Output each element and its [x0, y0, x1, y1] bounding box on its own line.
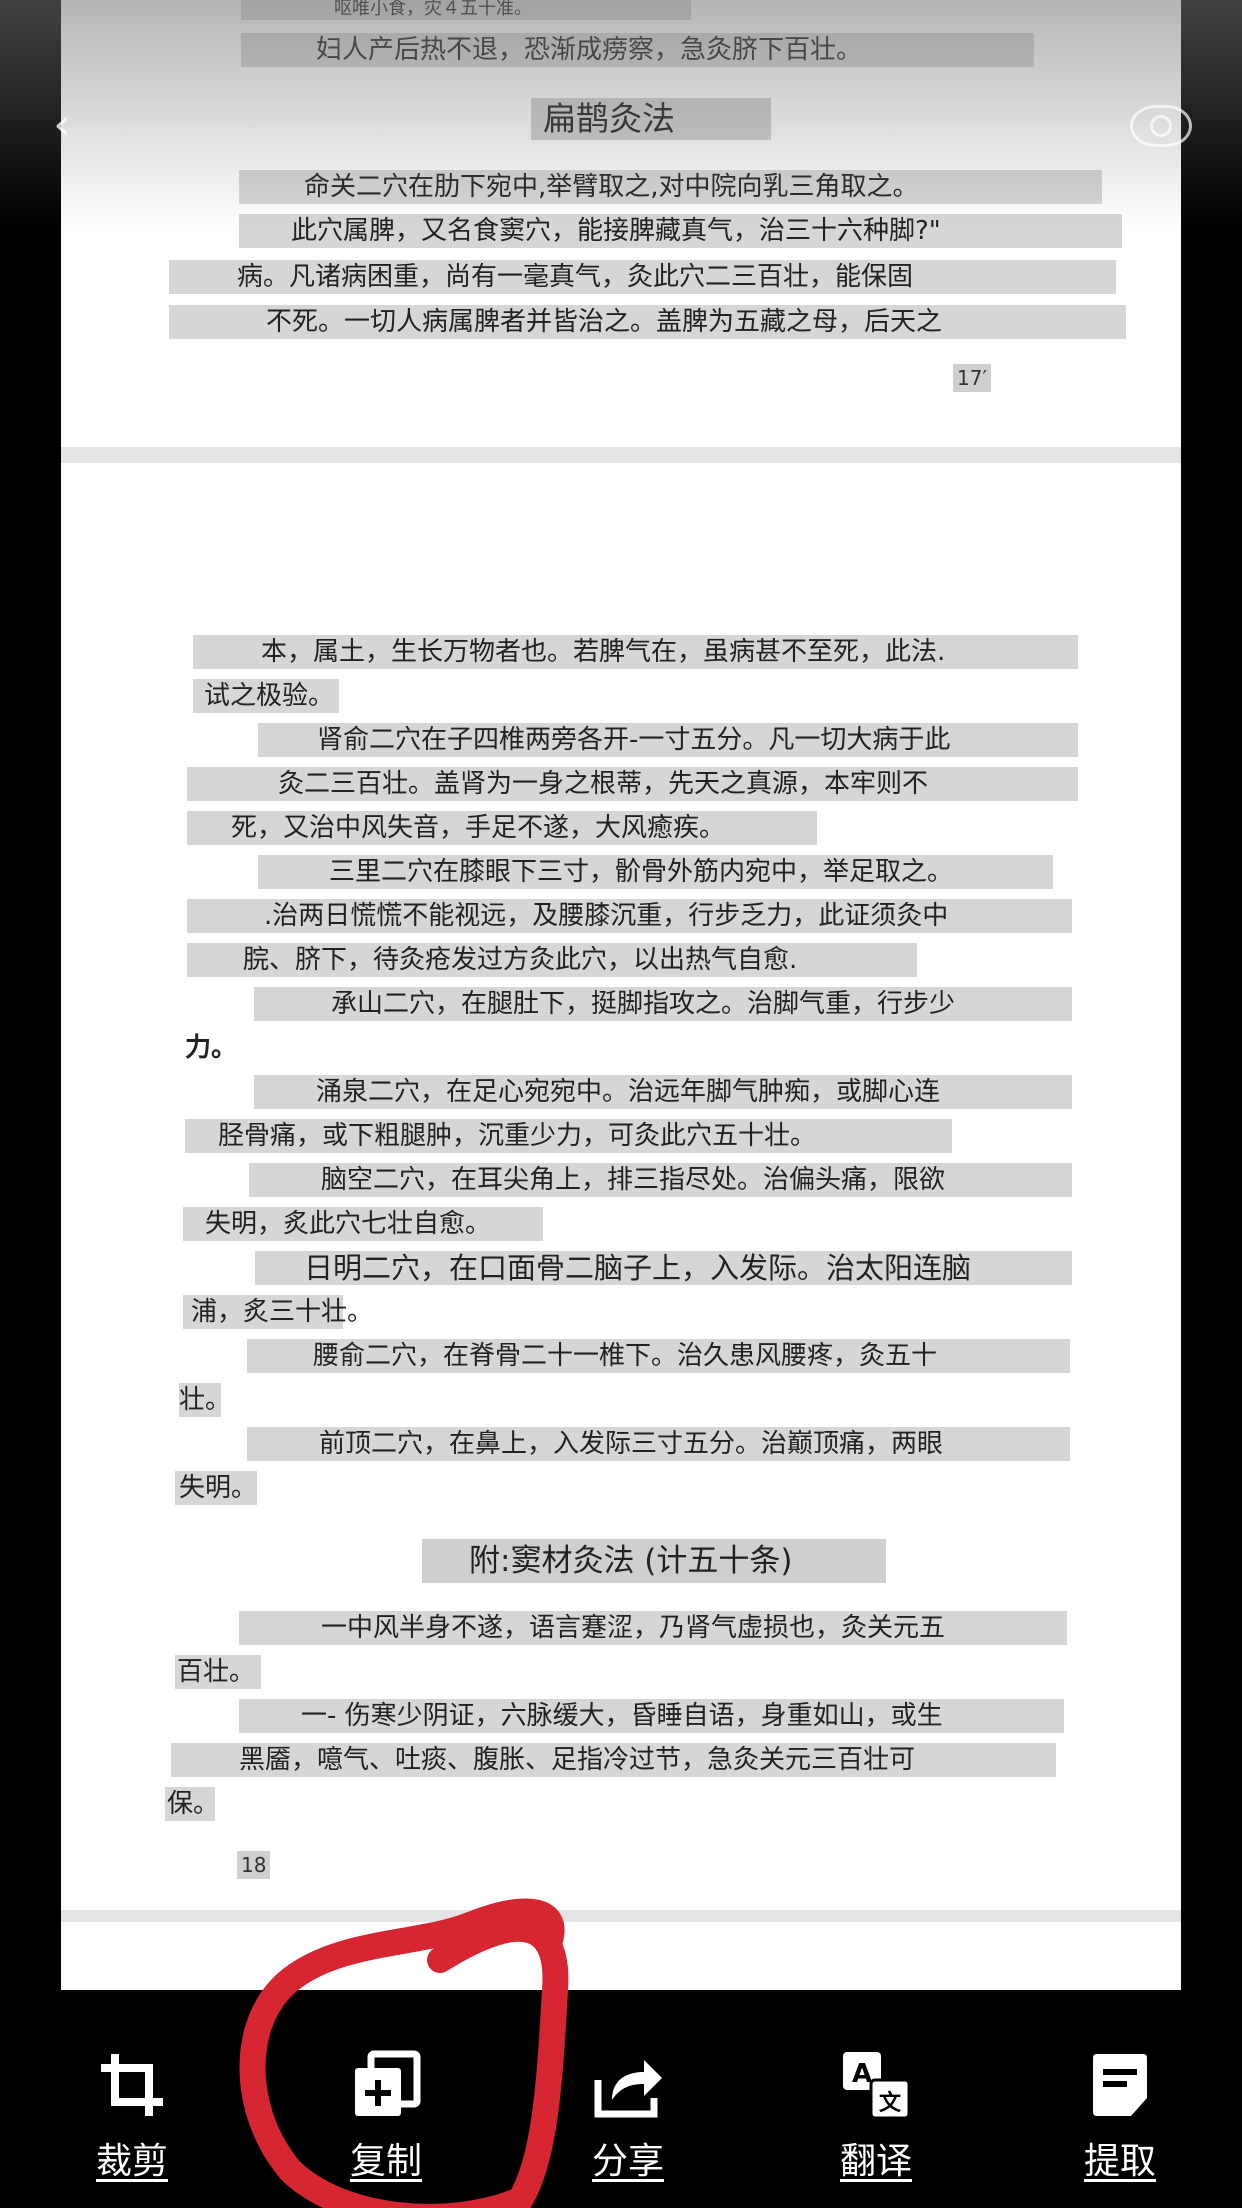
text-line: 灸二三百壮。盖肾为一身之根蒂，先天之真源，本牢则不	[278, 769, 929, 799]
text-line: 此穴属脾，又名食窦穴，能接脾藏真气，治三十六种脚?"	[291, 216, 941, 246]
crop-icon	[101, 2054, 163, 2116]
text-line: 日明二穴，在口面骨二脑子上，入发际。治太阳连脑	[304, 1251, 972, 1285]
bottom-toolbar: 裁剪 复制 分享 A 文 翻译 提取	[0, 1990, 1242, 2208]
text-line: 死，又治中风失音，手足不遂，大风癒疾。	[231, 813, 726, 843]
svg-text:A: A	[852, 2059, 872, 2089]
share-label: 分享	[591, 2141, 664, 2182]
document-page-17: 呕唯小食，灾４五十准。 妇人产后热不退，恐渐成痨察，急灸脐下百壮。 扁鹊灸法 命…	[61, 0, 1181, 447]
copy-button[interactable]: 复制	[306, 2050, 466, 2190]
text-line: 命关二穴在肋下宛中,举臂取之,对中院向乳三角取之。	[304, 172, 919, 202]
text-line: 涌泉二穴，在足心宛宛中。治远年脚气肿痴，或脚心连	[316, 1077, 941, 1107]
text-line: 失明，炙此穴七壮自愈。	[205, 1209, 492, 1239]
svg-text:文: 文	[879, 2090, 902, 2116]
share-button[interactable]: 分享	[548, 2050, 708, 2190]
text-line: 脘、脐下，待灸疮发过方灸此穴，以出热气自愈.	[243, 945, 798, 975]
page-divider	[61, 1910, 1181, 1922]
document-page-18: 本，属土，生长万物者也。若脾气在，虽病甚不至死，此法. 试之极验。 肾俞二穴在子…	[61, 463, 1181, 1910]
text-line: 三里二穴在膝眼下三寸，骱骨外筋内宛中，举足取之。	[329, 857, 954, 887]
text-line: 不死。一切人病属脾者并皆治之。盖脾为五藏之母，后天之	[266, 307, 943, 337]
copy-label: 复制	[349, 2141, 422, 2182]
crop-label: 裁剪	[95, 2141, 168, 2182]
extract-button[interactable]: 提取	[1040, 2050, 1200, 2190]
text-line: 呕唯小食，灾４五十准。	[334, 0, 532, 19]
extract-icon	[1093, 2054, 1147, 2116]
translate-label: 翻译	[839, 2141, 912, 2182]
text-line: 一中风半身不遂，语言蹇涩，乃肾气虚损也，灸关元五	[321, 1613, 946, 1643]
text-line: .治两日慌慌不能视远，及腰膝沉重，行步乏力，此证须灸中	[264, 901, 949, 931]
text-line: 本，属土，生长万物者也。若脾气在，虽病甚不至死，此法.	[261, 637, 946, 667]
text-line: 试之极验。	[204, 681, 335, 711]
page-number: 17′	[953, 364, 991, 392]
text-line: 浦，炙三十壮。	[191, 1297, 374, 1327]
page-number: 18	[237, 1851, 271, 1879]
text-line: 保。	[167, 1789, 220, 1819]
text-line: 承山二穴，在腿肚下，挺脚指攻之。治脚气重，行步少	[331, 989, 956, 1019]
translate-icon: A 文	[843, 2052, 911, 2120]
section-title: 扁鹊灸法	[543, 99, 675, 138]
text-line: 胫骨痛，或下粗腿肿，沉重少力，可灸此穴五十壮。	[218, 1121, 817, 1151]
text-line: 百壮。	[177, 1657, 256, 1687]
section-title: 附:窦材灸法 (计五十条)	[469, 1543, 793, 1579]
text-line: 妇人产后热不退，恐渐成痨察，急灸脐下百壮。	[316, 35, 863, 65]
text-line: 病。凡诸病困重，尚有一毫真气，灸此穴二三百壮，能保固	[237, 262, 914, 292]
text-line: 力。	[185, 1033, 238, 1063]
crop-button[interactable]: 裁剪	[52, 2050, 212, 2190]
previous-arrow-icon[interactable]: ‹	[42, 100, 82, 150]
copy-icon	[355, 2050, 421, 2116]
text-line: 脑空二穴，在耳尖角上，排三指尽处。治偏头痛，限欲	[321, 1165, 946, 1195]
page-divider	[61, 447, 1181, 463]
translate-button[interactable]: A 文 翻译	[796, 2050, 956, 2190]
text-line: 壮。	[179, 1385, 232, 1415]
extract-label: 提取	[1083, 2141, 1156, 2182]
eye-icon[interactable]	[1130, 105, 1192, 147]
text-line: 腰俞二穴，在脊骨二十一椎下。治久患风腰疼，灸五十	[313, 1341, 938, 1371]
text-line: 失明。	[179, 1473, 258, 1503]
text-line: 黑靥，噫气、吐痰、腹胀、足指冷过节，急灸关元三百壮可	[239, 1745, 916, 1775]
text-line: 一- 伤寒少阴证，六脉缓大，昏睡自语，身重如山，或生	[301, 1701, 943, 1731]
text-line: 肾俞二穴在子四椎两旁各开-一寸五分。凡一切大病于此	[317, 725, 951, 755]
share-icon	[594, 2060, 662, 2118]
text-line: 前顶二穴，在鼻上，入发际三寸五分。治巅顶痛，两眼	[319, 1429, 944, 1459]
document-page-next	[61, 1922, 1181, 1990]
